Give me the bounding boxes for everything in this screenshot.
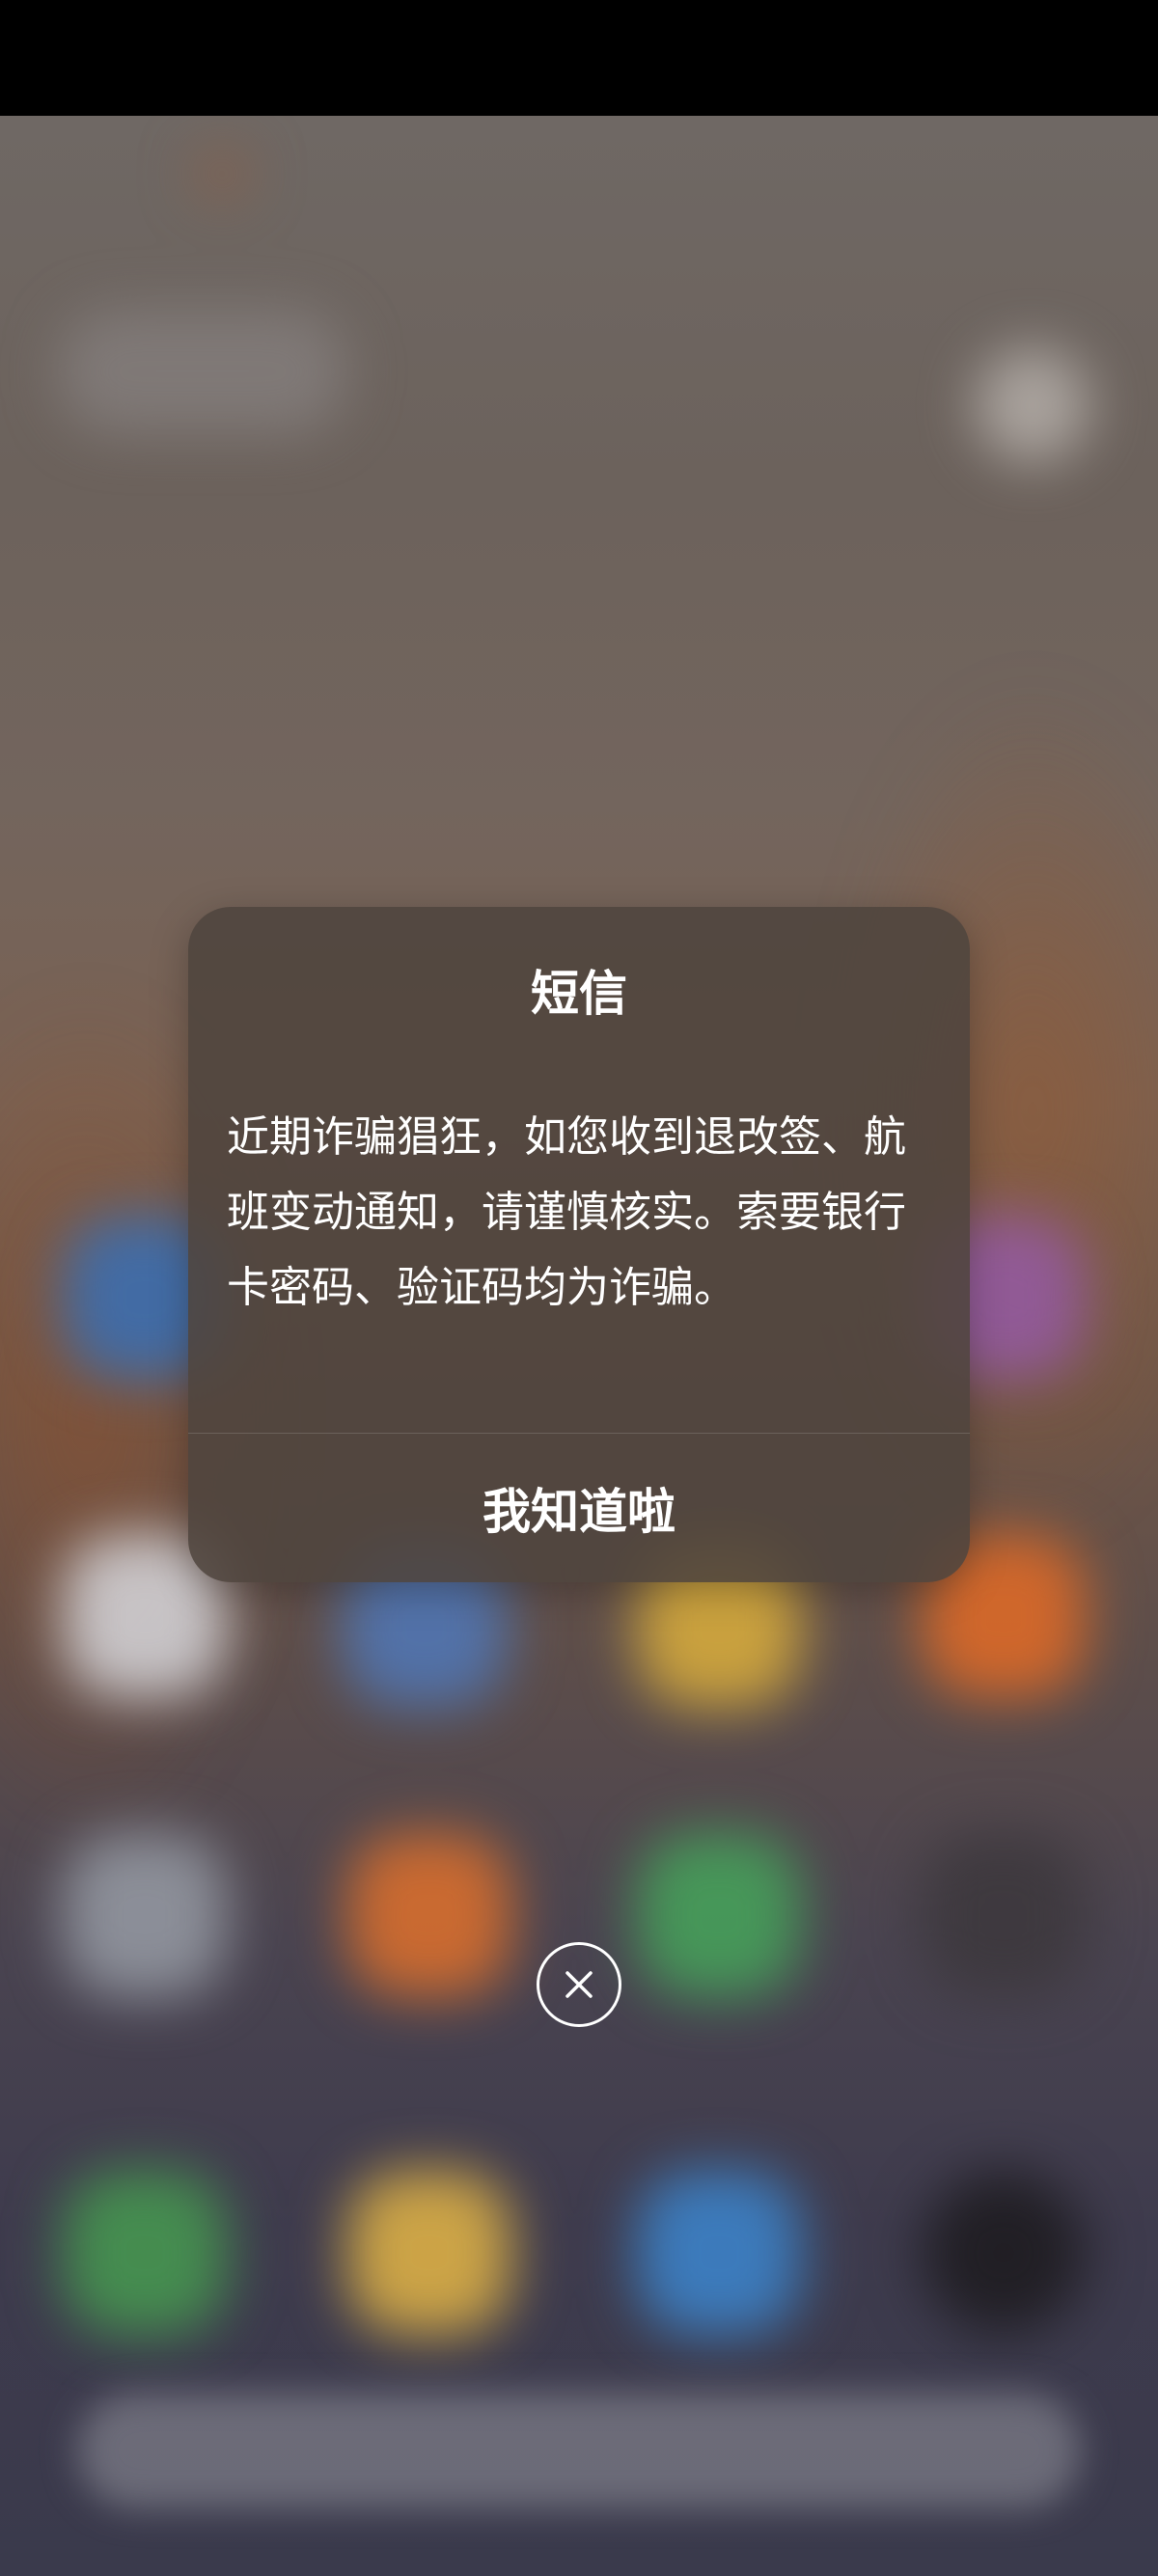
blurred-app-icon — [347, 2171, 511, 2335]
blurred-app-icon — [347, 1833, 511, 1997]
confirm-button[interactable]: 我知道啦 — [188, 1434, 970, 1582]
blurred-app-icon — [637, 2171, 801, 2335]
blurred-weather-widget — [975, 347, 1090, 463]
blurred-search-bar — [77, 2393, 1081, 2508]
blurred-app-icon — [63, 2171, 227, 2335]
status-bar — [0, 0, 1158, 116]
phone-screen: 短信 近期诈骗猖狂，如您收到退改签、航班变动通知，请谨慎核实。索要银行卡密码、验… — [0, 0, 1158, 2576]
blurred-app-icon — [922, 2171, 1086, 2335]
blurred-app-icon — [637, 1833, 801, 1997]
blurred-app-icon — [922, 1833, 1086, 1997]
blurred-app-icon — [63, 1833, 227, 1997]
dialog-message: 近期诈骗猖狂，如您收到退改签、航班变动通知，请谨慎核实。索要银行卡密码、验证码均… — [227, 1112, 906, 1312]
blurred-dot — [193, 145, 251, 203]
close-button[interactable] — [537, 1942, 621, 2027]
blurred-clock-widget — [58, 309, 347, 434]
sms-warning-dialog: 短信 近期诈骗猖狂，如您收到退改签、航班变动通知，请谨慎核实。索要银行卡密码、验… — [188, 907, 970, 1582]
close-icon — [565, 1971, 593, 1998]
dialog-title: 短信 — [531, 966, 627, 1022]
